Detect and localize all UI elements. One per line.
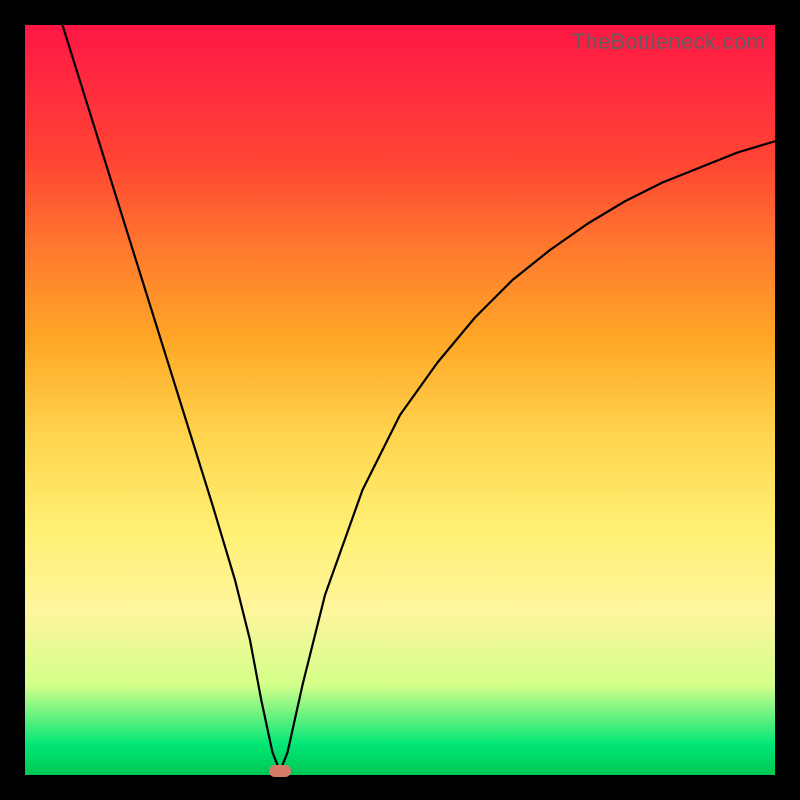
watermark-text: TheBottleneck.com [572, 29, 765, 55]
bottleneck-curve [25, 25, 775, 775]
optimal-marker [269, 765, 291, 777]
chart-plot-area: TheBottleneck.com [25, 25, 775, 775]
